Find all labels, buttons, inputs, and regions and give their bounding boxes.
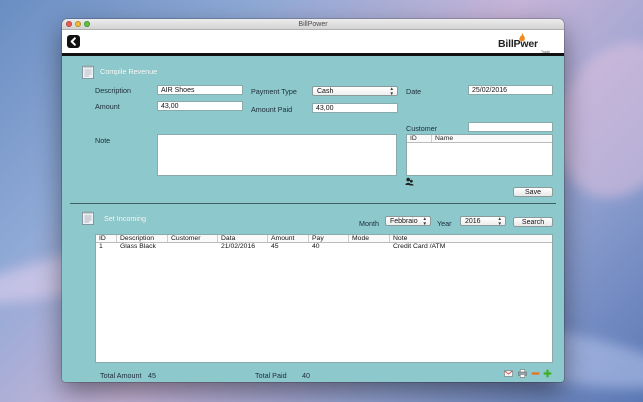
logo-text-bill: Bill xyxy=(498,38,514,50)
col-customer[interactable]: Customer xyxy=(168,235,218,242)
select-arrows-icon: ▲ ▼ xyxy=(389,86,394,96)
window-title: BillPower xyxy=(298,20,328,28)
customer-label: Customer xyxy=(406,124,438,133)
description-label: Description xyxy=(95,86,131,95)
app-window: BillPower BillPwer Trade Compile Revenue… xyxy=(62,19,564,382)
section-divider xyxy=(70,203,556,204)
cell-mode xyxy=(349,243,390,251)
amount-label: Amount xyxy=(95,102,120,111)
amount-paid-field[interactable]: 43,00 xyxy=(312,103,398,113)
col-data[interactable]: Data xyxy=(218,235,268,242)
customer-col-id[interactable]: ID xyxy=(407,135,432,142)
document-icon xyxy=(82,211,94,225)
save-button[interactable]: Save xyxy=(513,187,553,197)
cell-data: 21/02/2016 xyxy=(221,243,256,250)
print-icon[interactable] xyxy=(518,369,527,378)
note-label: Note xyxy=(95,136,111,145)
year-value: 2016 xyxy=(465,218,481,225)
month-label: Month xyxy=(359,219,379,228)
col-note[interactable]: Note xyxy=(390,235,552,242)
select-arrows-icon: ▲ ▼ xyxy=(497,216,502,226)
total-amount-label: Total Amount xyxy=(100,371,142,380)
year-label: Year xyxy=(437,219,452,228)
year-select[interactable]: 2016 ▲ ▼ xyxy=(460,216,506,226)
title-bar[interactable]: BillPower xyxy=(62,19,564,30)
col-amount[interactable]: Amount xyxy=(268,235,309,242)
month-select[interactable]: Febbraio ▲ ▼ xyxy=(385,216,431,226)
table-row[interactable]: 1 Glass Black 21/02/2016 45 40 Credit Ca… xyxy=(96,243,552,251)
customer-col-name[interactable]: Name xyxy=(432,135,552,142)
payment-type-label: Payment Type xyxy=(251,87,297,96)
date-label: Date xyxy=(406,87,422,96)
cell-description: Glass Black xyxy=(120,243,156,250)
date-field[interactable]: 25/02/2016 xyxy=(468,85,553,95)
cell-id: 1 xyxy=(99,243,103,250)
cell-customer xyxy=(168,243,218,251)
chevron-left-icon xyxy=(70,37,76,46)
mail-icon[interactable] xyxy=(504,369,513,378)
billpower-logo: BillPwer Trade xyxy=(498,33,550,54)
customer-field[interactable] xyxy=(468,122,553,132)
payment-type-value: Cash xyxy=(317,88,334,95)
note-textarea[interactable] xyxy=(157,134,397,176)
add-customer-icon[interactable] xyxy=(405,177,414,186)
cell-note: Credit Card /ATM xyxy=(393,243,446,250)
col-id[interactable]: ID xyxy=(96,235,117,242)
col-mode[interactable]: Mode xyxy=(349,235,390,242)
amount-field[interactable]: 43,00 xyxy=(157,101,243,111)
cell-pay: 40 xyxy=(312,243,320,250)
description-field[interactable]: AIR Shoes xyxy=(157,85,243,95)
total-paid-label: Total Paid xyxy=(255,371,287,380)
back-button[interactable] xyxy=(67,35,80,48)
app-header: BillPwer Trade xyxy=(62,30,564,56)
add-icon[interactable] xyxy=(543,369,552,378)
col-description[interactable]: Description xyxy=(117,235,168,242)
total-paid-value: 40 xyxy=(302,371,310,380)
cell-amount: 45 xyxy=(271,243,279,250)
logo-subtitle: Trade xyxy=(540,50,550,54)
incoming-table-header: ID Description Customer Data Amount Pay … xyxy=(96,235,552,243)
payment-type-select[interactable]: Cash ▲ ▼ xyxy=(312,86,398,96)
set-incoming-title: Set Incoming xyxy=(104,214,146,223)
customer-table-header: ID Name xyxy=(407,135,552,143)
document-icon xyxy=(82,65,94,79)
select-arrows-icon: ▲ ▼ xyxy=(422,216,427,226)
incoming-table[interactable]: ID Description Customer Data Amount Pay … xyxy=(95,234,553,363)
remove-icon[interactable] xyxy=(531,369,540,378)
logo-text-power: Pwer xyxy=(513,38,538,50)
customer-table[interactable]: ID Name xyxy=(406,134,553,176)
total-amount-value: 45 xyxy=(148,371,156,380)
compile-revenue-title: Compile Revenue xyxy=(100,67,158,76)
col-pay[interactable]: Pay xyxy=(309,235,349,242)
amount-paid-label: Amount Paid xyxy=(251,105,293,114)
month-value: Febbraio xyxy=(390,218,418,225)
search-button[interactable]: Search xyxy=(513,217,553,227)
